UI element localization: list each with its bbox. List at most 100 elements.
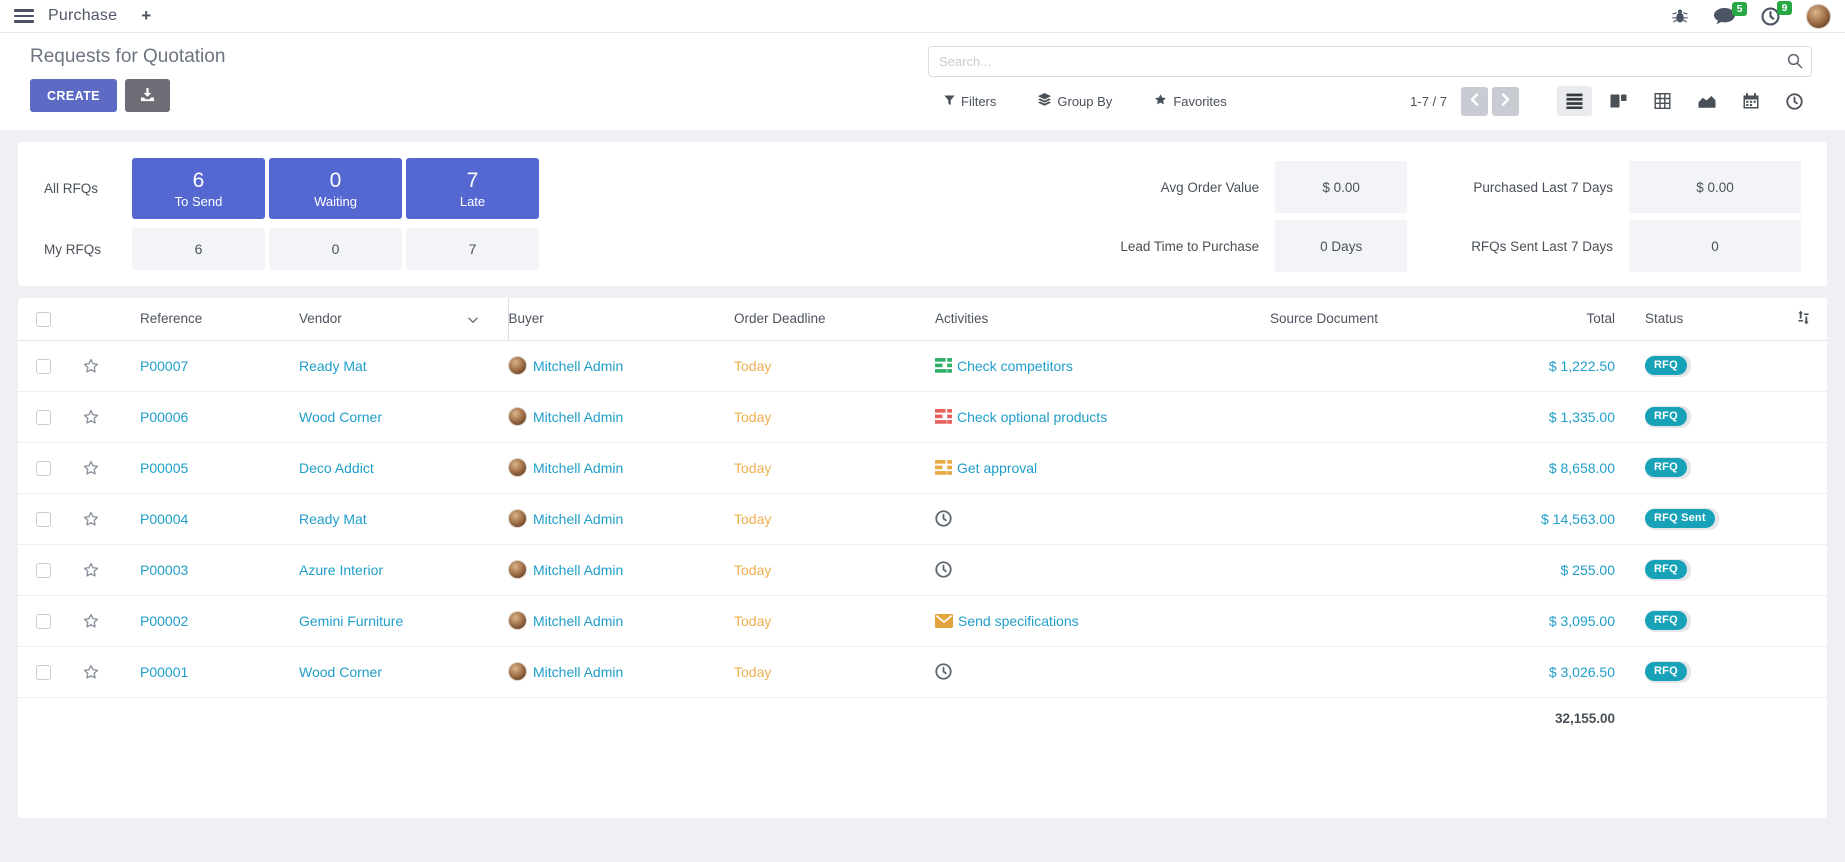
- tile-to-send[interactable]: 6 To Send: [132, 158, 265, 219]
- reference-link[interactable]: P00005: [140, 460, 188, 476]
- row-checkbox[interactable]: [36, 461, 51, 476]
- status-badge-label: RFQ: [1645, 662, 1687, 681]
- table-row[interactable]: P00007 Ready Mat Mitchell Admin Today Ch…: [18, 340, 1827, 391]
- table-row[interactable]: P00003 Azure Interior Mitchell Admin Tod…: [18, 544, 1827, 595]
- my-late-box[interactable]: 7: [406, 228, 539, 270]
- vendor-link[interactable]: Wood Corner: [299, 664, 382, 680]
- column-vendor[interactable]: Vendor: [299, 298, 508, 340]
- pager-previous-button[interactable]: [1461, 87, 1488, 116]
- activity-label[interactable]: Send specifications: [958, 613, 1079, 629]
- group-by-button[interactable]: Group By: [1038, 93, 1112, 109]
- activity-label[interactable]: Check optional products: [957, 409, 1107, 425]
- buyer-link[interactable]: Mitchell Admin: [533, 511, 623, 527]
- vendor-link[interactable]: Wood Corner: [299, 409, 382, 425]
- buyer-link[interactable]: Mitchell Admin: [533, 409, 623, 425]
- table-row[interactable]: P00002 Gemini Furniture Mitchell Admin T…: [18, 595, 1827, 646]
- create-button[interactable]: CREATE: [30, 79, 117, 112]
- menu-icon[interactable]: [14, 9, 34, 23]
- tasks-icon[interactable]: [935, 358, 952, 373]
- activity-label[interactable]: Check competitors: [957, 358, 1073, 374]
- row-checkbox[interactable]: [36, 512, 51, 527]
- buyer-link[interactable]: Mitchell Admin: [533, 664, 623, 680]
- my-to-send-box[interactable]: 6: [132, 228, 265, 270]
- tile-late[interactable]: 7 Late: [406, 158, 539, 219]
- row-checkbox[interactable]: [36, 665, 51, 680]
- column-buyer[interactable]: Buyer: [508, 298, 734, 340]
- column-order-deadline[interactable]: Order Deadline: [734, 298, 935, 340]
- activity-view-icon[interactable]: [1777, 86, 1812, 116]
- vendor-link[interactable]: Azure Interior: [299, 562, 383, 578]
- clock-icon[interactable]: [935, 561, 952, 578]
- list-view-icon[interactable]: [1557, 86, 1592, 116]
- clock-icon[interactable]: [935, 510, 952, 527]
- buyer-link[interactable]: Mitchell Admin: [533, 613, 623, 629]
- avatar[interactable]: [1806, 4, 1831, 29]
- row-checkbox[interactable]: [36, 563, 51, 578]
- filters-button[interactable]: Filters: [944, 93, 996, 109]
- favorite-star-icon[interactable]: [82, 408, 100, 426]
- column-source-document[interactable]: Source Document: [1225, 298, 1423, 340]
- favorite-star-icon[interactable]: [82, 357, 100, 375]
- pivot-view-icon[interactable]: [1645, 86, 1680, 116]
- vendor-link[interactable]: Gemini Furniture: [299, 613, 403, 629]
- kpi-avg-order-value[interactable]: $ 0.00: [1275, 161, 1407, 213]
- bug-icon[interactable]: [1672, 8, 1688, 24]
- row-checkbox[interactable]: [36, 410, 51, 425]
- app-name[interactable]: Purchase: [48, 7, 117, 25]
- buyer-link[interactable]: Mitchell Admin: [533, 460, 623, 476]
- column-activities[interactable]: Activities: [935, 298, 1225, 340]
- tile-waiting[interactable]: 0 Waiting: [269, 158, 402, 219]
- envelope-icon[interactable]: [935, 614, 953, 628]
- table-row[interactable]: P00005 Deco Addict Mitchell Admin Today …: [18, 442, 1827, 493]
- table-row[interactable]: P00006 Wood Corner Mitchell Admin Today …: [18, 391, 1827, 442]
- buyer-avatar: [508, 458, 527, 477]
- table-row[interactable]: P00001 Wood Corner Mitchell Admin Today …: [18, 646, 1827, 697]
- reference-link[interactable]: P00001: [140, 664, 188, 680]
- column-reference[interactable]: Reference: [114, 298, 299, 340]
- row-checkbox[interactable]: [36, 359, 51, 374]
- favorites-button[interactable]: Favorites: [1154, 93, 1226, 109]
- activities-icon[interactable]: 9: [1761, 7, 1780, 26]
- search-input[interactable]: [928, 46, 1812, 77]
- select-all-checkbox[interactable]: [36, 312, 51, 327]
- table-row[interactable]: P00004 Ready Mat Mitchell Admin Today $ …: [18, 493, 1827, 544]
- vendor-link[interactable]: Ready Mat: [299, 358, 367, 374]
- favorite-star-icon[interactable]: [82, 561, 100, 579]
- vendor-link[interactable]: Deco Addict: [299, 460, 374, 476]
- calendar-view-icon[interactable]: [1733, 86, 1768, 116]
- column-total[interactable]: Total: [1423, 298, 1623, 340]
- messages-icon[interactable]: 5: [1714, 8, 1735, 25]
- kpi-rfqs-sent-last-7-days[interactable]: 0: [1629, 220, 1801, 272]
- buyer-link[interactable]: Mitchell Admin: [533, 562, 623, 578]
- favorite-star-icon[interactable]: [82, 510, 100, 528]
- favorite-star-icon[interactable]: [82, 663, 100, 681]
- kpi-purchased-last-7-days[interactable]: $ 0.00: [1629, 161, 1801, 213]
- kanban-view-icon[interactable]: [1601, 86, 1636, 116]
- tasks-icon[interactable]: [935, 460, 952, 475]
- tasks-icon[interactable]: [935, 409, 952, 424]
- reference-link[interactable]: P00007: [140, 358, 188, 374]
- reference-link[interactable]: P00002: [140, 613, 188, 629]
- add-tab-icon[interactable]: +: [141, 6, 151, 26]
- column-status[interactable]: Status: [1623, 298, 1773, 340]
- reference-link[interactable]: P00003: [140, 562, 188, 578]
- export-button[interactable]: [125, 79, 170, 112]
- activity-label[interactable]: Get approval: [957, 460, 1037, 476]
- reference-link[interactable]: P00006: [140, 409, 188, 425]
- optional-columns-icon[interactable]: [1796, 310, 1811, 328]
- row-checkbox[interactable]: [36, 614, 51, 629]
- order-deadline-value: Today: [734, 613, 771, 629]
- vendor-link[interactable]: Ready Mat: [299, 511, 367, 527]
- search-icon[interactable]: [1787, 53, 1803, 72]
- favorite-star-icon[interactable]: [82, 459, 100, 477]
- kpi-lead-time-to-purchase[interactable]: 0 Days: [1275, 220, 1407, 272]
- buyer-link[interactable]: Mitchell Admin: [533, 358, 623, 374]
- clock-icon[interactable]: [935, 663, 952, 680]
- row-total: $ 1,222.50: [1549, 358, 1615, 374]
- my-waiting-box[interactable]: 0: [269, 228, 402, 270]
- pager-next-button[interactable]: [1492, 87, 1519, 116]
- graph-view-icon[interactable]: [1689, 86, 1724, 116]
- favorite-star-icon[interactable]: [82, 612, 100, 630]
- tile-value: 0: [330, 169, 342, 192]
- reference-link[interactable]: P00004: [140, 511, 188, 527]
